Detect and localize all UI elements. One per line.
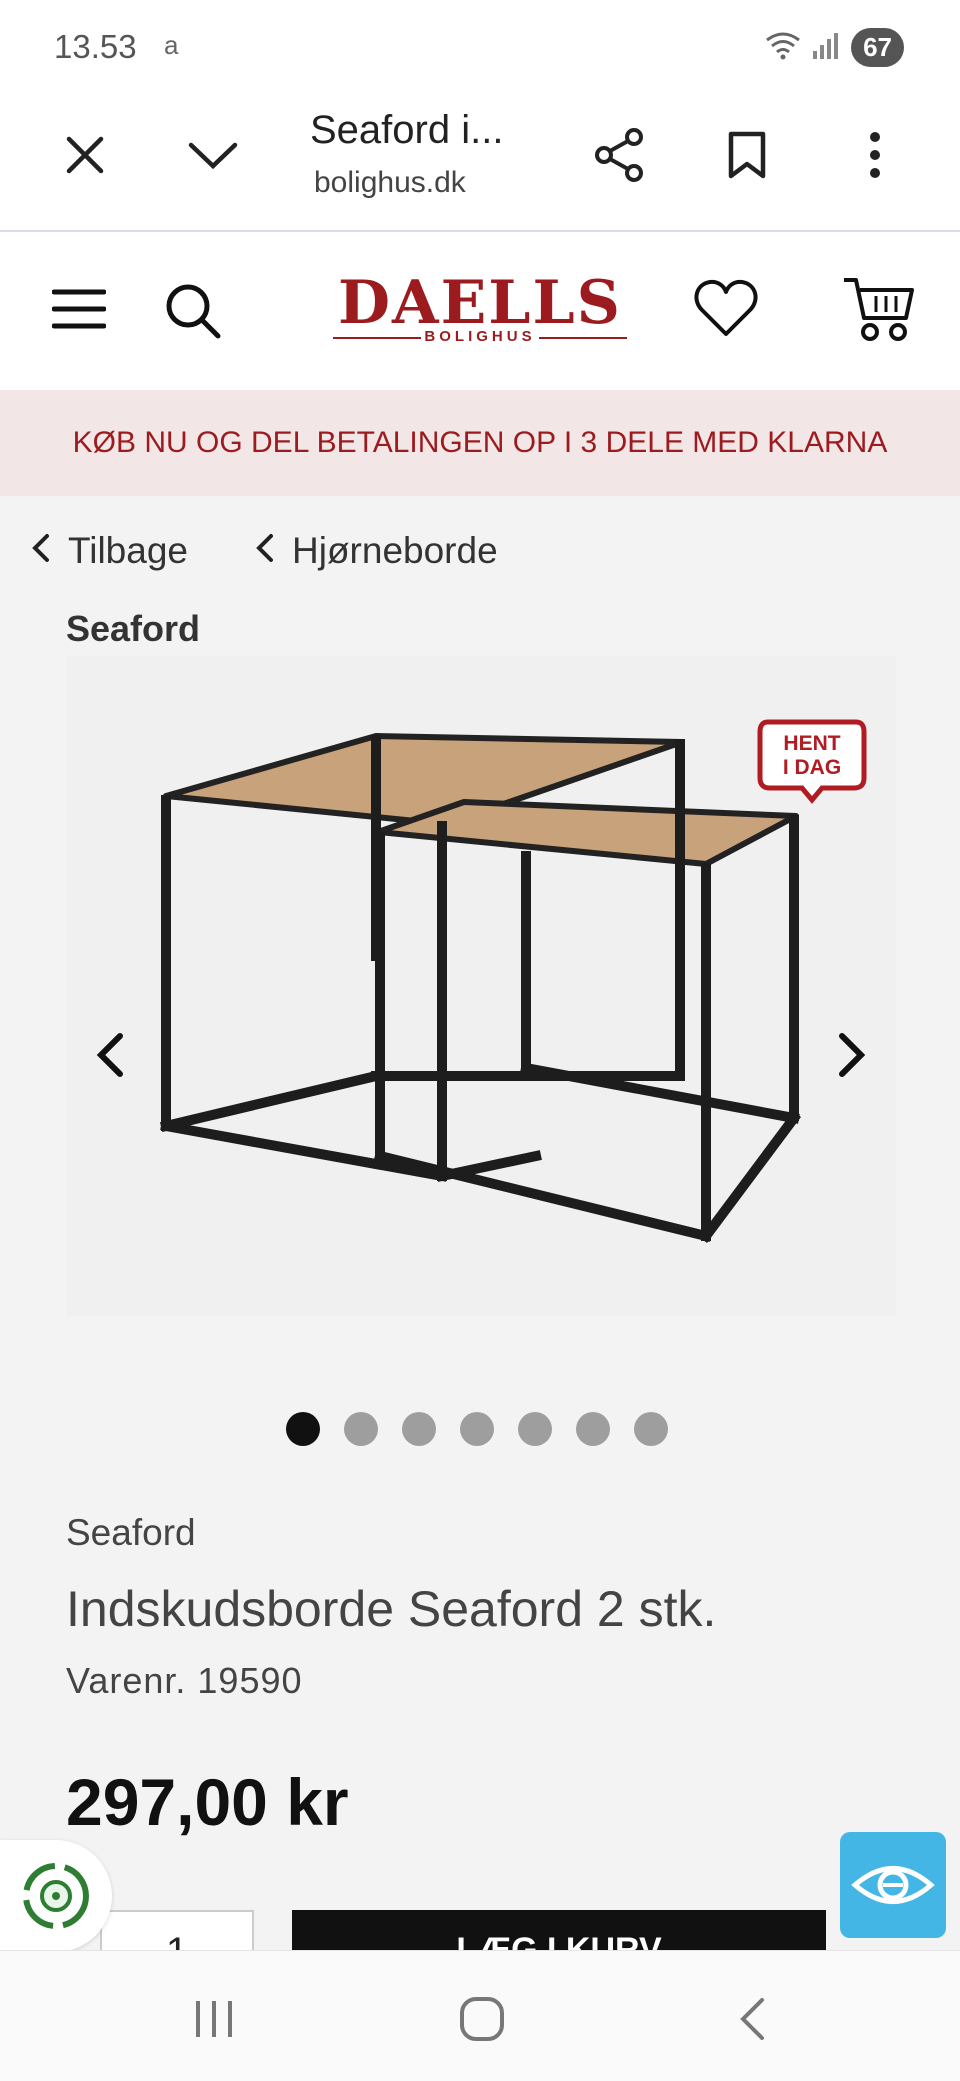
cart-icon[interactable]	[842, 274, 914, 349]
product-price: 297,00 kr	[66, 1765, 349, 1839]
product-sku: Varenr. 19590	[66, 1660, 303, 1701]
pagination-dot[interactable]	[576, 1412, 610, 1446]
logo-rule-right	[539, 337, 627, 339]
pagination-dot[interactable]	[518, 1412, 552, 1446]
hent-i-dag-badge: HENT I DAG	[756, 718, 868, 804]
pagination-dot[interactable]	[286, 1412, 320, 1446]
klarna-banner-text: KØB NU OG DEL BETALINGEN OP I 3 DELE MED…	[72, 426, 888, 459]
recents-icon[interactable]	[184, 1989, 244, 2049]
chevron-left-icon	[32, 530, 50, 572]
eye-accessibility-icon[interactable]	[840, 1832, 946, 1938]
menu-icon[interactable]	[51, 286, 107, 337]
system-nav-bar	[0, 1950, 960, 2081]
chevron-down-icon[interactable]	[178, 120, 248, 190]
breadcrumb-category[interactable]: Hjørneborde	[256, 530, 498, 572]
pagination-dot[interactable]	[634, 1412, 668, 1446]
product-brand[interactable]: Seaford	[66, 1512, 196, 1554]
breadcrumb-back-label: Tilbage	[68, 530, 188, 571]
badge-line-2: I DAG	[782, 756, 842, 779]
product-title: Indskudsborde Seaford 2 stk.	[66, 1581, 717, 1637]
share-icon[interactable]	[584, 120, 654, 190]
gallery-next-button[interactable]	[822, 1025, 882, 1085]
breadcrumb-category-label: Hjørneborde	[292, 530, 498, 571]
wifi-icon	[765, 30, 801, 65]
status-app-indicator: a	[164, 30, 179, 60]
pagination-dot[interactable]	[402, 1412, 436, 1446]
search-icon[interactable]	[164, 282, 222, 345]
tab-title[interactable]: Seaford i...	[310, 108, 503, 153]
chevron-left-icon	[256, 530, 274, 572]
gallery-prev-button[interactable]	[80, 1025, 140, 1085]
brand-heading[interactable]: Seaford	[66, 608, 200, 650]
status-time: 13.53	[54, 28, 137, 65]
pagination-dot[interactable]	[460, 1412, 494, 1446]
recycle-icon[interactable]	[0, 1840, 112, 1952]
status-icons: 67	[765, 28, 904, 67]
heart-icon[interactable]	[694, 278, 758, 343]
close-icon[interactable]	[50, 120, 120, 190]
tab-domain[interactable]: bolighus.dk	[314, 166, 466, 200]
bookmark-icon[interactable]	[712, 120, 782, 190]
badge-line-1: HENT	[783, 732, 841, 755]
battery-icon: 67	[851, 28, 904, 67]
back-icon[interactable]	[722, 1989, 782, 2049]
pagination-dot[interactable]	[344, 1412, 378, 1446]
more-vertical-icon[interactable]	[840, 120, 910, 190]
signal-icon	[811, 31, 841, 64]
breadcrumb-back[interactable]: Tilbage	[32, 530, 188, 572]
home-icon[interactable]	[452, 1989, 512, 2049]
gallery-pagination	[286, 1412, 668, 1446]
